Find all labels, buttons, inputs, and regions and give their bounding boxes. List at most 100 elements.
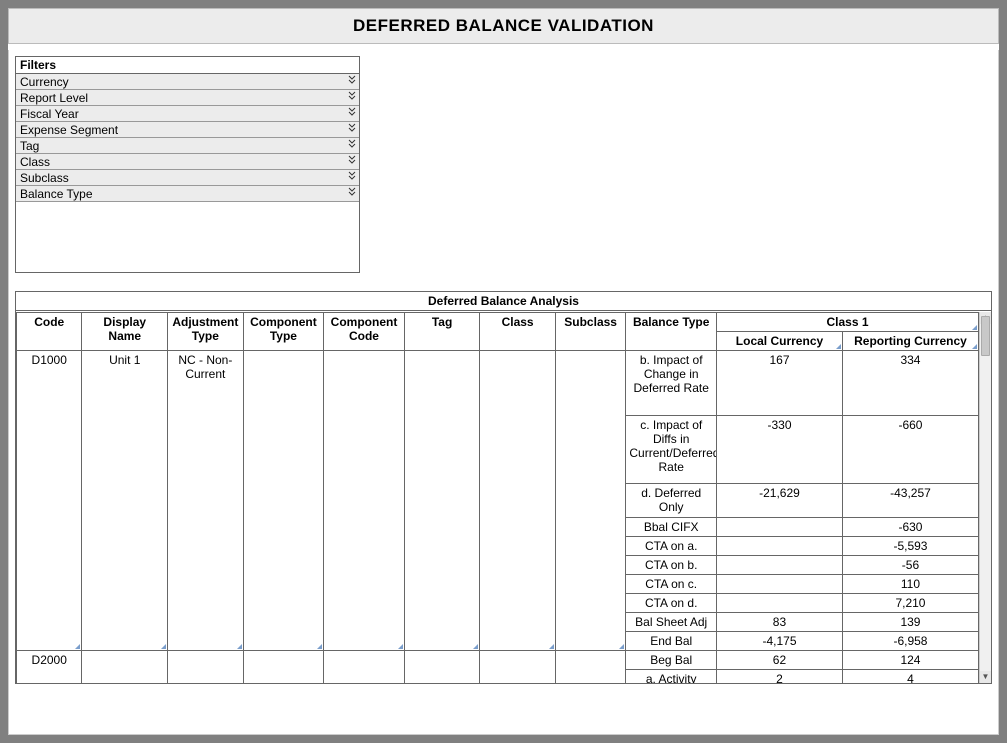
- cell-local-currency[interactable]: -21,629: [717, 484, 843, 518]
- cell-local-currency-value: -4,175: [762, 634, 796, 648]
- cell-balance-type[interactable]: Bal Sheet Adj: [626, 613, 717, 632]
- filter-label: Tag: [16, 139, 345, 153]
- col-header-balance-type[interactable]: Balance Type: [626, 313, 717, 351]
- chevron-down-icon[interactable]: [345, 123, 359, 137]
- cell-adjustment-type[interactable]: [168, 651, 244, 684]
- cell-balance-type[interactable]: b. Impact of Change in Deferred Rate: [626, 351, 717, 416]
- cell-handle-icon[interactable]: [473, 644, 478, 649]
- cell-balance-type[interactable]: a. Activity: [626, 670, 717, 684]
- cell-local-currency[interactable]: [717, 518, 843, 537]
- cell-reporting-currency[interactable]: 124: [842, 651, 978, 670]
- cell-subclass[interactable]: [555, 651, 626, 684]
- cell-local-currency[interactable]: [717, 594, 843, 613]
- chevron-down-icon[interactable]: [345, 139, 359, 153]
- cell-reporting-currency[interactable]: -630: [842, 518, 978, 537]
- sort-handle-icon[interactable]: [972, 344, 977, 349]
- cell-local-currency[interactable]: 83: [717, 613, 843, 632]
- sort-handle-icon[interactable]: [972, 325, 977, 330]
- cell-reporting-currency[interactable]: -43,257: [842, 484, 978, 518]
- cell-handle-icon[interactable]: [398, 644, 403, 649]
- col-header-component-code[interactable]: Component Code: [324, 313, 405, 351]
- cell-balance-type[interactable]: c. Impact of Diffs in Current/Deferred R…: [626, 416, 717, 484]
- col-header-tag[interactable]: Tag: [404, 313, 480, 351]
- cell-local-currency[interactable]: -4,175: [717, 632, 843, 651]
- cell-component-type[interactable]: [243, 651, 324, 684]
- cell-balance-type[interactable]: CTA on a.: [626, 537, 717, 556]
- cell-balance-type[interactable]: End Bal: [626, 632, 717, 651]
- cell-reporting-currency[interactable]: -6,958: [842, 632, 978, 651]
- cell-adjustment-type[interactable]: NC - Non-Current: [168, 351, 244, 651]
- scroll-thumb[interactable]: [981, 316, 990, 356]
- col-header-local-currency[interactable]: Local Currency: [717, 332, 843, 351]
- cell-handle-icon[interactable]: [549, 644, 554, 649]
- filter-row-balance-type[interactable]: Balance Type: [16, 186, 359, 202]
- col-header-reporting-currency[interactable]: Reporting Currency: [842, 332, 978, 351]
- cell-reporting-currency[interactable]: 4: [842, 670, 978, 684]
- col-header-display-name[interactable]: Display Name: [82, 313, 168, 351]
- scroll-down-icon[interactable]: ▼: [980, 671, 991, 683]
- col-header-class[interactable]: Class: [480, 313, 556, 351]
- cell-local-currency[interactable]: 167: [717, 351, 843, 416]
- cell-handle-icon[interactable]: [237, 644, 242, 649]
- cell-component-code[interactable]: [324, 651, 405, 684]
- cell-handle-icon[interactable]: [619, 644, 624, 649]
- chevron-down-icon[interactable]: [345, 107, 359, 121]
- filter-row-tag[interactable]: Tag: [16, 138, 359, 154]
- filter-row-class[interactable]: Class: [16, 154, 359, 170]
- chevron-down-icon[interactable]: [345, 155, 359, 169]
- cell-handle-icon[interactable]: [75, 644, 80, 649]
- cell-reporting-currency[interactable]: -5,593: [842, 537, 978, 556]
- chevron-down-icon[interactable]: [345, 75, 359, 89]
- col-header-component-type[interactable]: Component Type: [243, 313, 324, 351]
- cell-component-code[interactable]: [324, 351, 405, 651]
- cell-balance-type[interactable]: CTA on b.: [626, 556, 717, 575]
- cell-reporting-currency[interactable]: 334: [842, 351, 978, 416]
- cell-reporting-currency[interactable]: 7,210: [842, 594, 978, 613]
- cell-reporting-currency[interactable]: -56: [842, 556, 978, 575]
- col-header-code[interactable]: Code: [17, 313, 82, 351]
- cell-local-currency[interactable]: 2: [717, 670, 843, 684]
- filter-row-subclass[interactable]: Subclass: [16, 170, 359, 186]
- cell-local-currency[interactable]: [717, 537, 843, 556]
- sort-handle-icon[interactable]: [836, 344, 841, 349]
- cell-display-name[interactable]: [82, 651, 168, 684]
- cell-component-type[interactable]: [243, 351, 324, 651]
- filters-panel: Filters CurrencyReport LevelFiscal YearE…: [15, 56, 360, 273]
- cell-handle-icon[interactable]: [161, 644, 166, 649]
- cell-reporting-currency[interactable]: -660: [842, 416, 978, 484]
- cell-balance-type[interactable]: CTA on c.: [626, 575, 717, 594]
- cell-subclass[interactable]: [555, 351, 626, 651]
- analysis-scroll-area[interactable]: Code Display Name Adjustment Type Compon…: [16, 312, 979, 683]
- col-header-adjustment-type[interactable]: Adjustment Type: [168, 313, 244, 351]
- analysis-title: Deferred Balance Analysis: [16, 292, 991, 311]
- chevron-down-icon[interactable]: [345, 91, 359, 105]
- cell-reporting-currency[interactable]: 110: [842, 575, 978, 594]
- cell-balance-type[interactable]: d. Deferred Only: [626, 484, 717, 518]
- cell-reporting-currency[interactable]: 139: [842, 613, 978, 632]
- filter-row-expense-segment[interactable]: Expense Segment: [16, 122, 359, 138]
- vertical-scrollbar[interactable]: ▲ ▼: [979, 312, 991, 683]
- cell-local-currency[interactable]: 62: [717, 651, 843, 670]
- filter-row-fiscal-year[interactable]: Fiscal Year: [16, 106, 359, 122]
- cell-handle-icon[interactable]: [317, 644, 322, 649]
- cell-display-name[interactable]: Unit 1: [82, 351, 168, 651]
- cell-tag[interactable]: [404, 651, 480, 684]
- cell-local-currency[interactable]: -330: [717, 416, 843, 484]
- cell-class[interactable]: [480, 651, 556, 684]
- col-header-subclass[interactable]: Subclass: [555, 313, 626, 351]
- cell-local-currency[interactable]: [717, 556, 843, 575]
- cell-tag[interactable]: [404, 351, 480, 651]
- cell-balance-type[interactable]: CTA on d.: [626, 594, 717, 613]
- cell-code[interactable]: D2000: [17, 651, 82, 684]
- cell-class[interactable]: [480, 351, 556, 651]
- col-header-class1[interactable]: Class 1: [717, 313, 979, 332]
- cell-balance-type[interactable]: Beg Bal: [626, 651, 717, 670]
- cell-local-currency[interactable]: [717, 575, 843, 594]
- cell-reporting-currency-value: 4: [907, 672, 914, 683]
- cell-code[interactable]: D1000: [17, 351, 82, 651]
- chevron-down-icon[interactable]: [345, 187, 359, 201]
- chevron-down-icon[interactable]: [345, 171, 359, 185]
- filter-row-currency[interactable]: Currency: [16, 74, 359, 90]
- cell-balance-type[interactable]: Bbal CIFX: [626, 518, 717, 537]
- filter-row-report-level[interactable]: Report Level: [16, 90, 359, 106]
